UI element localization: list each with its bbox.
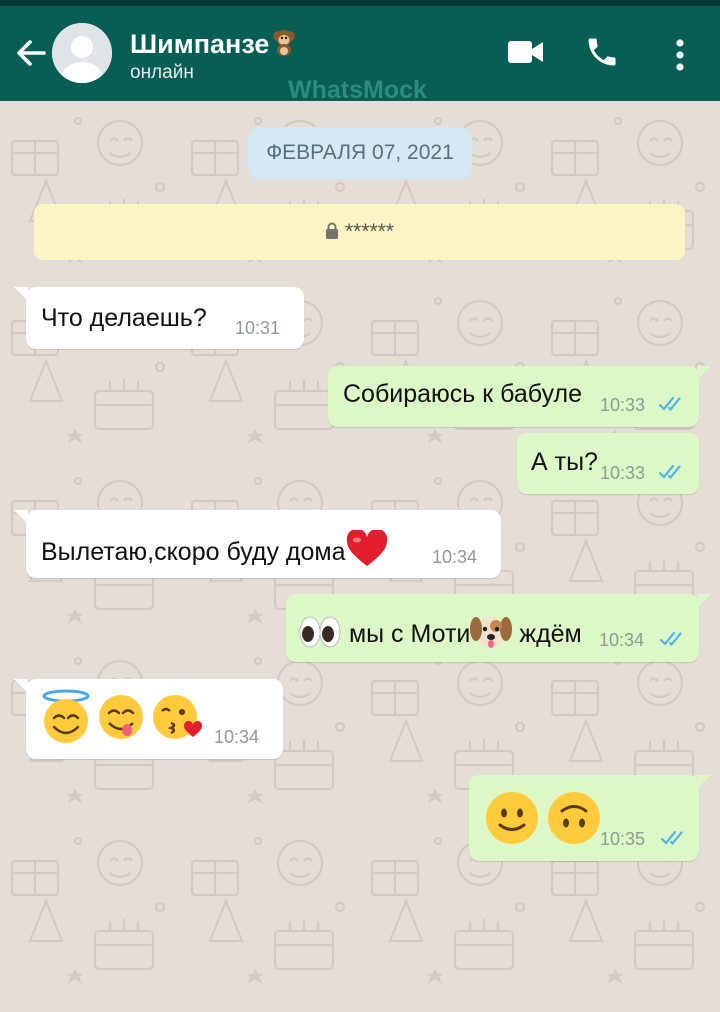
message-text: Что делаешь? <box>41 304 207 332</box>
emoji-row <box>483 789 603 847</box>
dog-face-emoji <box>470 617 513 648</box>
chat-header: Шимпанзе онлайн WhatsMock <box>0 6 720 104</box>
bubble-tail <box>14 287 28 301</box>
default-avatar-icon <box>52 23 112 83</box>
message-text-content: Вылетаю,скоро буду дома <box>41 538 346 566</box>
monkey-emoji <box>273 30 296 56</box>
message-text: мы с Моти ждём <box>298 611 582 651</box>
bubble-tail <box>697 594 711 608</box>
contact-name: Шимпанзе <box>130 29 270 59</box>
upside-down-face-emoji <box>548 792 601 844</box>
bubble-tail <box>14 679 28 693</box>
message-text-part-b: ждём <box>519 620 582 648</box>
face-savoring-food-emoji <box>99 695 144 739</box>
bubble-tail <box>697 775 711 789</box>
lock-icon <box>325 222 338 239</box>
contact-name-row[interactable]: Шимпанзе <box>130 26 299 60</box>
message-bubble-outgoing[interactable]: А ты? 10:33 <box>517 433 699 494</box>
message-time: 10:34 <box>214 727 260 747</box>
message-text: Вылетаю,скоро буду дома <box>41 530 388 568</box>
message-time: 10:33 <box>600 463 646 483</box>
message-bubble-incoming[interactable]: Что делаешь? 10:31 <box>14 287 304 349</box>
message-time: 10:34 <box>432 547 478 567</box>
encryption-text: ****** <box>344 220 395 243</box>
message-bubble-incoming[interactable]: Вылетаю,скоро буду дома 10:34 <box>14 510 501 578</box>
video-call-icon[interactable] <box>508 40 544 64</box>
message-bubble-outgoing[interactable]: 10:35 <box>469 775 711 861</box>
read-ticks-icon <box>658 464 681 480</box>
message-time: 10:35 <box>600 829 646 849</box>
read-ticks-icon <box>659 631 682 647</box>
message-time: 10:33 <box>600 395 646 415</box>
message-text: Собираюсь к бабуле <box>343 380 583 408</box>
message-text: А ты? <box>531 448 598 476</box>
smiling-face-with-halo-emoji <box>42 689 90 743</box>
date-divider: ФЕВРАЛЯ 07, 2021 <box>248 127 472 179</box>
bubble-tail <box>697 366 711 380</box>
message-time: 10:34 <box>599 630 645 650</box>
chat-area[interactable]: ФЕВРАЛЯ 07, 2021 ****** Что делаешь? 10:… <box>0 101 720 1012</box>
back-arrow-icon[interactable] <box>14 36 48 70</box>
more-vert-icon[interactable] <box>674 38 686 72</box>
message-bubble-outgoing[interactable]: Собираюсь к бабуле 10:33 <box>328 366 711 427</box>
message-time: 10:31 <box>235 318 281 338</box>
bubble-tail <box>14 510 28 524</box>
message-bubble-outgoing[interactable]: мы с Моти ждём 10:34 <box>286 594 711 662</box>
emoji-row <box>40 689 203 745</box>
message-bubble-incoming[interactable]: 10:34 <box>14 679 283 759</box>
read-ticks-icon <box>660 830 683 846</box>
encryption-notice[interactable]: ****** <box>34 204 685 260</box>
message-text-part-a: мы с Моти <box>348 620 471 648</box>
eyes-emoji <box>299 616 341 648</box>
avatar[interactable] <box>52 23 112 83</box>
contact-status: онлайн <box>130 62 194 83</box>
read-ticks-icon <box>658 396 681 412</box>
phone-call-icon[interactable] <box>584 34 620 70</box>
face-blowing-kiss-emoji <box>152 695 202 739</box>
red-heart-emoji <box>346 530 387 566</box>
slightly-smiling-face-emoji <box>486 792 538 844</box>
